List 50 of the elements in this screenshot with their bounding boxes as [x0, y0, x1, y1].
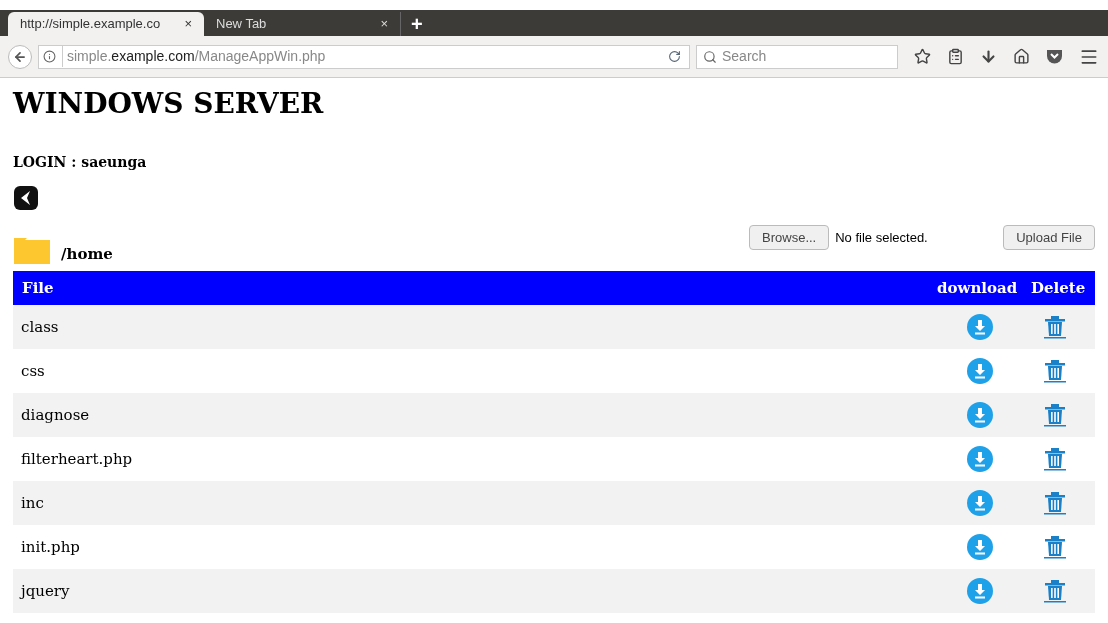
browser-tab[interactable]: New Tab ×: [204, 12, 400, 36]
file-name[interactable]: init.php: [21, 535, 940, 559]
back-arrow-icon: [13, 49, 27, 64]
trash-icon[interactable]: [1042, 359, 1068, 383]
tab-close-button[interactable]: ×: [184, 14, 192, 34]
trash-icon[interactable]: [1042, 535, 1068, 559]
trash-icon[interactable]: [1042, 579, 1068, 603]
trash-icon[interactable]: [1042, 403, 1068, 427]
address-field[interactable]: simple.example.com/ManageAppWin.php: [38, 44, 690, 69]
download-icon[interactable]: [967, 446, 993, 472]
file-name[interactable]: filterheart.php: [21, 447, 940, 471]
tab-title: http://simple.example.co: [20, 15, 161, 34]
file-status: No file selected.: [835, 228, 929, 247]
browse-button[interactable]: Browse...: [749, 225, 830, 250]
bookmark-star-icon: [914, 48, 931, 65]
info-icon: [43, 50, 56, 63]
search-field[interactable]: Search: [696, 44, 898, 69]
column-header: File: [22, 277, 55, 299]
file-name[interactable]: class: [21, 315, 940, 339]
download-icon[interactable]: [967, 314, 993, 340]
download-icon[interactable]: [967, 534, 993, 560]
home-icon: [1013, 48, 1030, 65]
url-text: simple.example.com/ManageAppWin.php: [62, 46, 660, 67]
download-icon[interactable]: [967, 490, 993, 516]
reload-icon: [668, 50, 681, 63]
tab-close-button[interactable]: ×: [380, 14, 388, 34]
column-header: Delete: [1031, 277, 1086, 299]
tab-title: New Tab: [216, 15, 267, 34]
file-name[interactable]: css: [21, 359, 940, 383]
back-button[interactable]: [8, 44, 32, 69]
folder-path: /home: [61, 243, 113, 265]
folder-icon: [13, 237, 51, 265]
page-title: WINDOWS SERVER: [13, 86, 325, 122]
search-placeholder: Search: [722, 47, 767, 66]
upload-file-button[interactable]: Upload File: [1003, 225, 1095, 250]
trash-icon[interactable]: [1042, 491, 1068, 515]
download-icon[interactable]: [967, 358, 993, 384]
trash-icon[interactable]: [1042, 315, 1068, 339]
column-header: download: [937, 277, 1019, 299]
trash-icon[interactable]: [1042, 447, 1068, 471]
browser-tab[interactable]: http://simple.example.co ×: [8, 12, 204, 36]
file-name[interactable]: diagnose: [21, 403, 940, 427]
download-icon[interactable]: [967, 578, 993, 604]
file-name[interactable]: jquery: [21, 579, 940, 603]
download-icon[interactable]: [967, 402, 993, 428]
pocket-icon: [1046, 48, 1063, 65]
file-name[interactable]: inc: [21, 491, 940, 515]
search-icon: [703, 49, 717, 64]
login-label: LOGIN : saeunga: [13, 153, 148, 172]
reading-list-icon: [947, 48, 964, 65]
